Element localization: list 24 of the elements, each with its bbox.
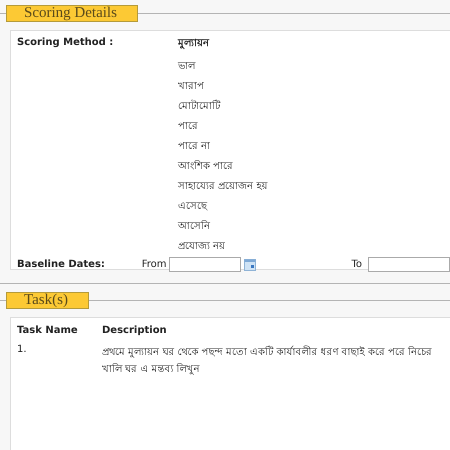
column-header: Description <box>102 325 168 336</box>
scoring-option: পারে না <box>178 137 268 157</box>
section-title: Scoring Details <box>6 5 138 22</box>
scoring-option: আসেনি <box>178 217 268 237</box>
table-cell-text: প্রথমে মুল্যায়ন ঘর থেকে পছন্দ মতো একটি কার্যাবলীর ধরণ বাছাই করে পরে নিচের খালি ঘর এ মন্তব্য লিখুন <box>102 344 434 377</box>
scoring-option: খারাপ <box>178 77 268 97</box>
scoring-option: ভাল <box>178 57 268 77</box>
from-label: From <box>142 259 166 270</box>
to-label: To <box>351 259 362 270</box>
field-label: Scoring Method : <box>17 37 114 50</box>
table-cell-text: 1. <box>17 344 28 357</box>
column-header: Task Name <box>17 325 79 336</box>
calendar-icon[interactable] <box>244 258 256 270</box>
field-label: Baseline Dates: <box>17 259 106 270</box>
scoring-option: আংশিক পারে <box>178 157 268 177</box>
scoring-option: প্রযোজ্য নয় <box>178 237 268 257</box>
to-date-field[interactable] <box>368 257 450 272</box>
from-date-field[interactable] <box>169 257 242 272</box>
section-title: Task(s) <box>6 292 89 309</box>
scoring-option: মোটামোটি <box>178 97 268 117</box>
column-heading: মুল্যায়ন <box>178 37 210 52</box>
scoring-option: এসেছে <box>178 197 268 217</box>
scoring-option: সাহায্যের প্রয়োজন হয় <box>178 177 268 197</box>
scoring-option: পারে <box>178 117 268 137</box>
